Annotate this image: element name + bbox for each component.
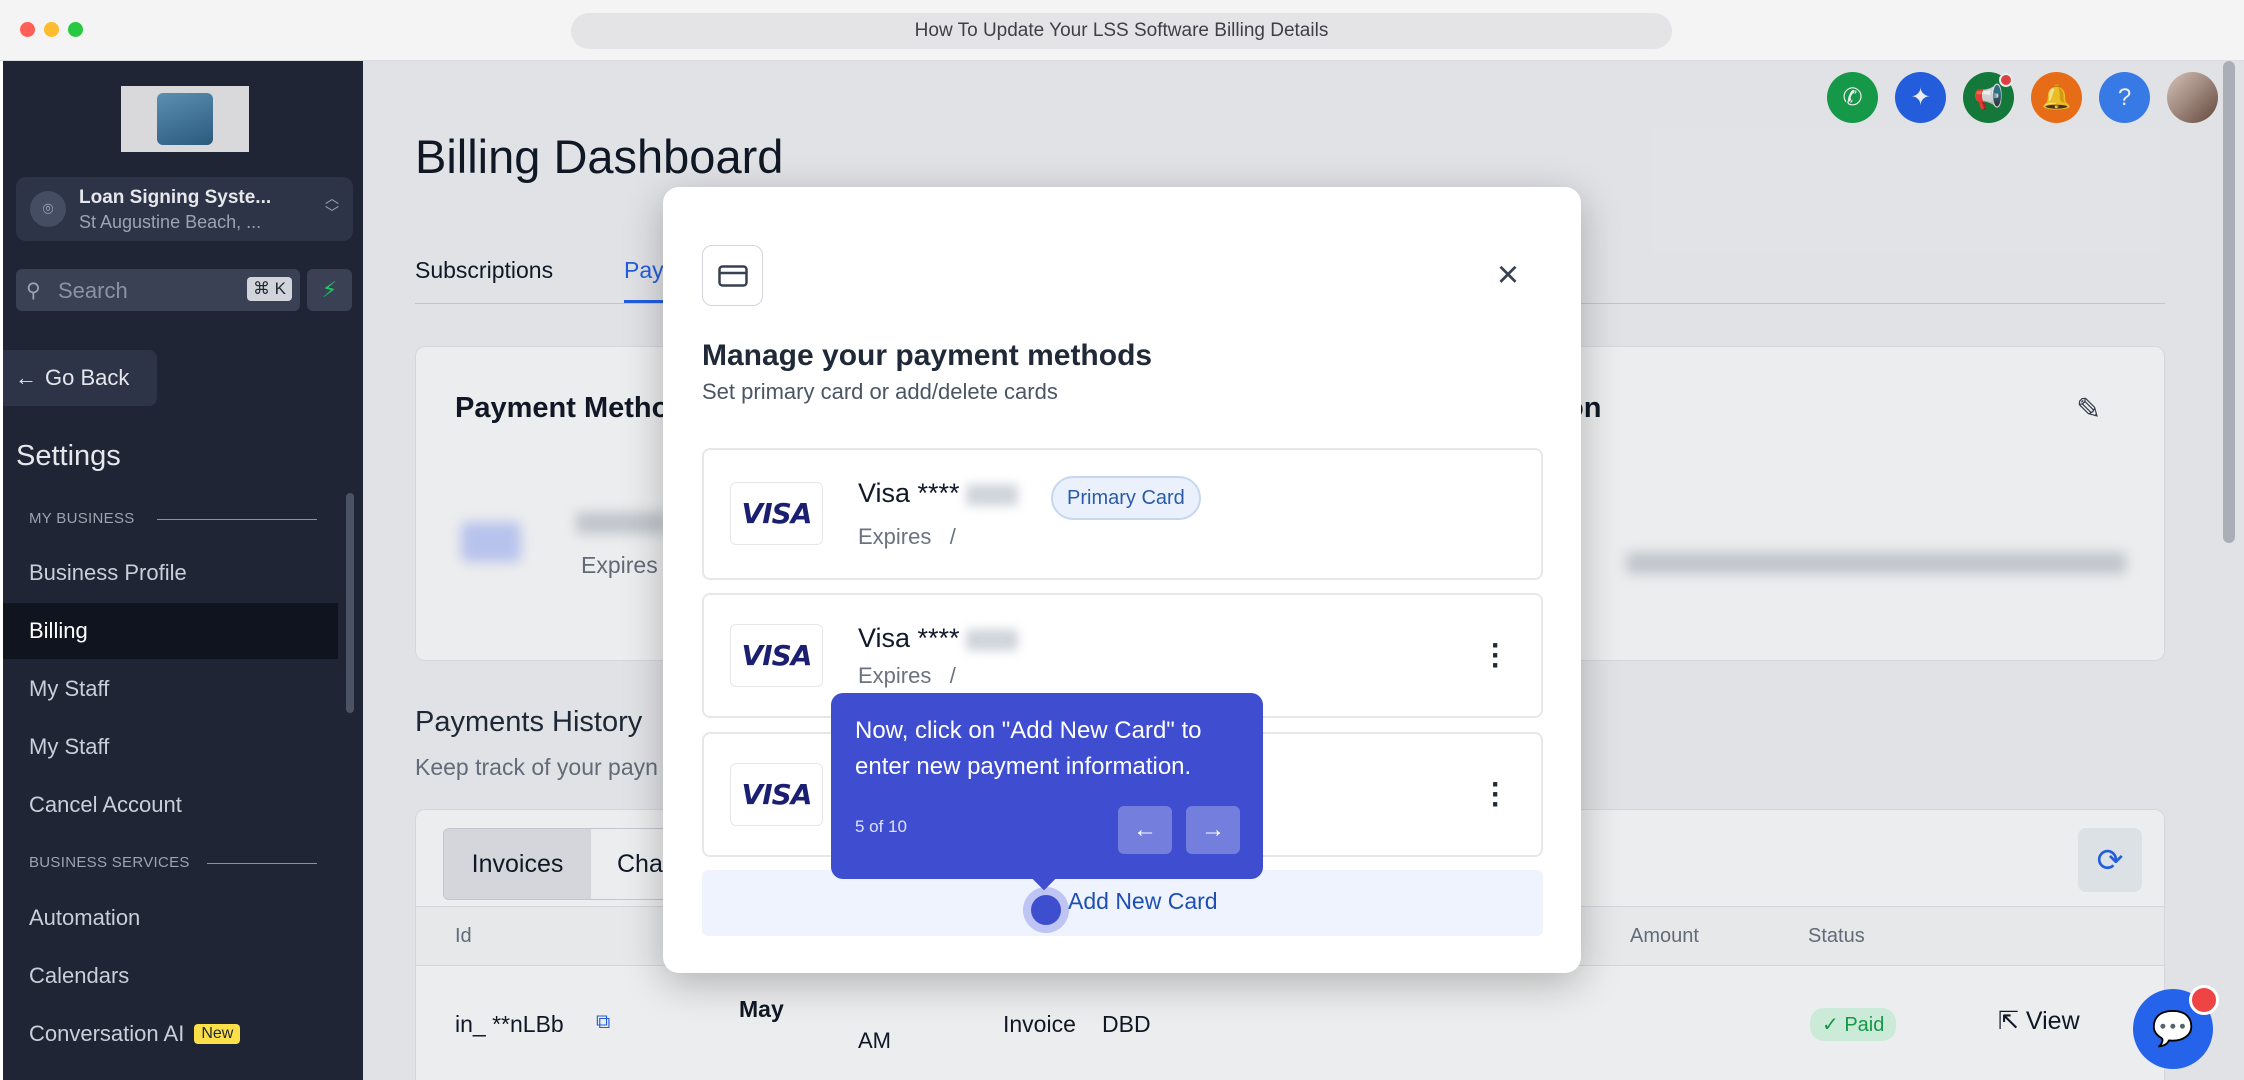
click-indicator <box>1031 895 1061 925</box>
settings-heading: Settings <box>16 440 121 472</box>
browser-chrome: How To Update Your LSS Software Billing … <box>0 0 2244 61</box>
sidebar-item-calendars[interactable]: Calendars <box>3 948 338 1004</box>
quick-action-bolt-icon[interactable]: ⚡ <box>307 269 352 311</box>
tooltip-previous-arrow-icon[interactable]: ← <box>1118 806 1172 854</box>
guide-tooltip: Now, click on "Add New Card" to enter ne… <box>831 693 1263 879</box>
location-name: Loan Signing Syste... <box>79 187 272 208</box>
section-divider <box>207 863 317 864</box>
card-name: Visa **** <box>858 478 1018 509</box>
sidebar-item-billing[interactable]: Billing <box>3 603 338 659</box>
tooltip-next-arrow-icon[interactable]: → <box>1186 806 1240 854</box>
location-address: St Augustine Beach, ... <box>79 212 262 232</box>
sidebar-item-label: Conversation AI <box>29 1021 185 1046</box>
go-back-button[interactable]: ← Go Back <box>3 350 157 406</box>
section-divider <box>157 519 317 520</box>
card-expiry: Expires / <box>858 663 956 688</box>
sidebar-item-my-staff[interactable]: My Staff <box>3 661 338 717</box>
visa-logo-icon: VISA <box>730 763 823 826</box>
sidebar-item-business-profile[interactable]: Business Profile <box>3 545 338 601</box>
more-options-icon[interactable]: · · · <box>1489 770 1503 820</box>
chevron-updown-icon: ︿ ﹀ <box>325 190 339 221</box>
tooltip-step-counter: 5 of 10 <box>855 817 907 836</box>
new-badge: New <box>194 1024 241 1044</box>
sidebar: ⌾ Loan Signing Syste... St Augustine Bea… <box>3 61 363 1080</box>
sidebar-scrollbar[interactable] <box>346 493 354 713</box>
sidebar-item-automation[interactable]: Automation <box>3 890 338 946</box>
card-expiry: Expires / <box>858 524 956 549</box>
primary-card-badge: Primary Card <box>1051 476 1201 520</box>
address-bar[interactable]: How To Update Your LSS Software Billing … <box>571 13 1672 49</box>
sidebar-item-my-staff-2[interactable]: My Staff <box>3 719 338 775</box>
credit-card-icon <box>702 245 763 306</box>
sidebar-item-conversation-ai[interactable]: Conversation AI New <box>3 1006 338 1062</box>
tooltip-text: Now, click on "Add New Card" to enter ne… <box>855 717 1202 780</box>
chat-notification-dot <box>2189 985 2219 1015</box>
chat-widget-button[interactable]: 💬 <box>2133 985 2219 1069</box>
location-icon: ⌾ <box>30 191 66 227</box>
visa-logo-icon: VISA <box>730 482 823 545</box>
window-zoom-dot[interactable] <box>68 22 83 37</box>
modal-title: Manage your payment methods <box>702 339 1153 372</box>
close-icon[interactable]: × <box>1490 256 1526 294</box>
location-switcher[interactable]: ⌾ Loan Signing Syste... St Augustine Bea… <box>16 177 353 241</box>
visa-logo-icon: VISA <box>730 624 823 687</box>
search-placeholder: Search <box>58 278 128 303</box>
more-options-icon[interactable]: · · · <box>1489 631 1503 681</box>
search-icon: ⚲ <box>26 280 41 302</box>
arrow-left-icon: ← <box>15 365 37 390</box>
add-new-card-label: Add New Card <box>1068 888 1218 914</box>
search-shortcut: ⌘ K <box>246 277 292 301</box>
payment-method-row[interactable]: VISA Visa **** Expires / Primary Card <box>702 448 1543 580</box>
card-name: Visa **** <box>858 623 1018 654</box>
company-logo <box>121 86 249 152</box>
modal-subtitle: Set primary card or add/delete cards <box>702 379 1058 404</box>
add-new-card-button[interactable]: Add New Card <box>702 870 1543 936</box>
search-input[interactable]: ⚲ Search ⌘ K <box>16 269 300 311</box>
go-back-label: Go Back <box>45 365 130 390</box>
sidebar-item-cancel-account[interactable]: Cancel Account <box>3 777 338 833</box>
window-close-dot[interactable] <box>20 22 35 37</box>
window-minimize-dot[interactable] <box>44 22 59 37</box>
section-label-business-services: BUSINESS SERVICES <box>29 854 190 871</box>
section-label-my-business: MY BUSINESS <box>29 510 135 527</box>
